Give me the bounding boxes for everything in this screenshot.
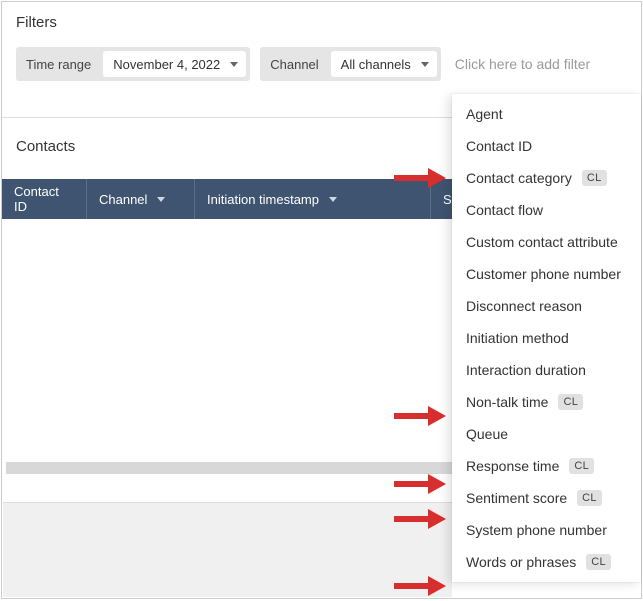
filter-option-label: Sentiment score	[466, 490, 567, 506]
cl-badge: CL	[558, 394, 583, 410]
filter-option[interactable]: Agent	[452, 98, 641, 130]
filter-option-label: Queue	[466, 426, 508, 442]
column-initiation-label: Initiation timestamp	[207, 192, 319, 207]
filter-option[interactable]: Queue	[452, 418, 641, 450]
filter-option-label: Customer phone number	[466, 266, 621, 282]
filter-option-label: System phone number	[466, 522, 607, 538]
channel-filter[interactable]: Channel All channels	[260, 47, 441, 81]
channel-dropdown[interactable]: All channels	[331, 51, 437, 77]
filter-option[interactable]: Contact category CL	[452, 162, 641, 194]
column-contact-id-label: Contact ID	[14, 184, 74, 214]
filter-option-label: Disconnect reason	[466, 298, 582, 314]
filter-option-label: Initiation method	[466, 330, 569, 346]
filter-option[interactable]: Contact ID	[452, 130, 641, 162]
filter-option[interactable]: Response time CL	[452, 450, 641, 482]
filter-option-label: Words or phrases	[466, 554, 576, 570]
filter-option-label: Contact flow	[466, 202, 543, 218]
column-initiation-timestamp[interactable]: Initiation timestamp	[195, 179, 431, 219]
filter-row: Time range November 4, 2022 Channel All …	[16, 47, 627, 81]
time-range-filter[interactable]: Time range November 4, 2022	[16, 47, 250, 81]
cl-badge: CL	[582, 170, 607, 186]
footer-area	[3, 502, 452, 597]
filter-option[interactable]: Disconnect reason	[452, 290, 641, 322]
cl-badge: CL	[577, 490, 602, 506]
time-range-label: Time range	[26, 57, 99, 72]
app-window: Filters Time range November 4, 2022 Chan…	[1, 1, 642, 599]
channel-value: All channels	[341, 57, 411, 72]
channel-label: Channel	[270, 57, 326, 72]
filter-option-label: Agent	[466, 106, 503, 122]
filter-option-label: Custom contact attribute	[466, 234, 618, 250]
filters-title: Filters	[16, 14, 627, 31]
cl-badge: CL	[586, 554, 611, 570]
filter-option[interactable]: Non-talk time CL	[452, 386, 641, 418]
column-channel[interactable]: Channel	[87, 179, 195, 219]
filter-option-label: Interaction duration	[466, 362, 586, 378]
add-filter-input[interactable]: Click here to add filter	[451, 56, 590, 72]
column-contact-id[interactable]: Contact ID	[2, 179, 87, 219]
filter-option[interactable]: System phone number	[452, 514, 641, 546]
filter-option[interactable]: Custom contact attribute	[452, 226, 641, 258]
filter-option[interactable]: Contact flow	[452, 194, 641, 226]
filter-option[interactable]: Initiation method	[452, 322, 641, 354]
chevron-down-icon	[157, 197, 165, 202]
chevron-down-icon	[421, 62, 429, 67]
column-channel-label: Channel	[99, 192, 147, 207]
filter-option-label: Contact category	[466, 170, 572, 186]
filters-section: Filters Time range November 4, 2022 Chan…	[2, 2, 641, 81]
time-range-dropdown[interactable]: November 4, 2022	[103, 51, 246, 77]
cl-badge: CL	[569, 458, 594, 474]
filter-option[interactable]: Customer phone number	[452, 258, 641, 290]
filter-option[interactable]: Interaction duration	[452, 354, 641, 386]
chevron-down-icon	[230, 62, 238, 67]
filter-options-dropdown[interactable]: AgentContact IDContact categoryCLContact…	[452, 94, 641, 582]
filter-option-label: Non-talk time	[466, 394, 548, 410]
time-range-value: November 4, 2022	[113, 57, 220, 72]
scrollbar-track[interactable]	[6, 462, 452, 474]
filter-option[interactable]: Sentiment score CL	[452, 482, 641, 514]
filter-option-label: Contact ID	[466, 138, 532, 154]
filter-option-label: Response time	[466, 458, 559, 474]
filter-option[interactable]: Words or phrases CL	[452, 546, 641, 578]
chevron-down-icon	[329, 197, 337, 202]
